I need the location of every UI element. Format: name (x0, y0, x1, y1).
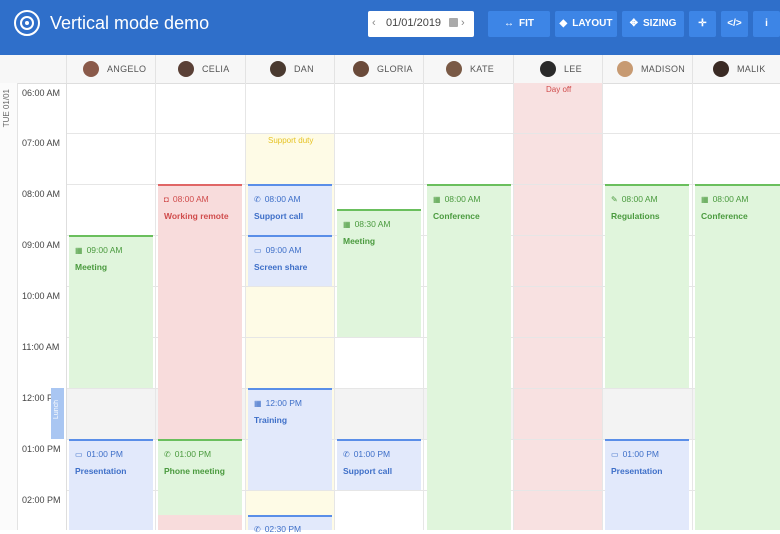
avatar (713, 61, 729, 77)
logo-icon (14, 10, 40, 36)
time-label: 11:00 AM (22, 342, 60, 352)
layout-button[interactable]: ◆ LAYOUT (555, 11, 617, 37)
calendar-icon[interactable] (449, 18, 458, 27)
event-dan-training[interactable]: ▦ 12:00 PM Training (248, 388, 332, 490)
resource-header-gloria[interactable]: GLORIA (334, 55, 424, 83)
resource-header-row: ANGELO CELIA DAN GLORIA KATE LEE MADISON… (0, 55, 780, 84)
info-icon: i (765, 18, 768, 29)
column-line (155, 83, 156, 530)
resource-header-dan[interactable]: DAN (245, 55, 335, 83)
car-icon: ◘ (164, 195, 169, 204)
event-angelo-presentation[interactable]: ▭ 01:00 PM Presentation (69, 439, 153, 530)
date-column: TUE 01/01 (0, 83, 18, 530)
event-celia-continuation[interactable] (158, 515, 242, 530)
avatar (353, 61, 369, 77)
date-label: TUE 01/01 (2, 89, 11, 128)
resource-header-celia[interactable]: CELIA (155, 55, 246, 83)
wrench-icon: ✎ (611, 195, 618, 204)
time-label: 02:00 PM (22, 495, 61, 505)
resource-header-madison[interactable]: MADISON (602, 55, 693, 83)
column-line (602, 83, 603, 530)
code-icon: </> (727, 18, 742, 29)
phone-icon: ✆ (164, 450, 171, 459)
chevron-left-icon[interactable]: ‹ (372, 17, 376, 29)
column-line (692, 83, 693, 530)
time-label: 01:00 PM (22, 444, 61, 454)
monitor-icon: ▭ (75, 450, 83, 459)
avatar (446, 61, 462, 77)
column-line (423, 83, 424, 530)
sizing-button[interactable]: ✥ SIZING (622, 11, 684, 37)
event-dan-screen-share[interactable]: ▭ 09:00 AM Screen share (248, 235, 332, 286)
event-celia-working-remote[interactable]: ◘ 08:00 AM Working remote (158, 184, 242, 439)
event-dan-support-call[interactable]: ✆ 08:00 AM Support call (248, 184, 332, 235)
chevron-right-icon[interactable]: › (461, 17, 465, 29)
column-line (513, 83, 514, 530)
move-icon: ✛ (698, 18, 707, 29)
event-malik-conference[interactable]: ▦ 08:00 AM Conference (695, 184, 780, 530)
time-label: 12:00 P (22, 393, 54, 403)
app-header: Vertical mode demo ‹ 01/01/2019 › ↔ FIT ◆… (0, 0, 780, 55)
layers-icon: ◆ (559, 18, 568, 29)
time-label: 07:00 AM (22, 138, 61, 148)
day-off-label: Day off (546, 85, 572, 94)
expand-icon: ✥ (629, 18, 639, 29)
time-label: 08:00 AM (22, 189, 61, 199)
info-button[interactable]: i (753, 11, 780, 37)
app-title: Vertical mode demo (50, 13, 210, 33)
monitor-icon: ▭ (611, 450, 619, 459)
event-angelo-meeting[interactable]: ▦ 09:00 AM Meeting (69, 235, 153, 388)
date-value[interactable]: 01/01/2019 (386, 17, 441, 29)
event-gloria-support-call[interactable]: ✆ 01:00 PM Support call (337, 439, 421, 490)
avatar (540, 61, 556, 77)
event-dan-next[interactable]: ✆ 02:30 PM (248, 515, 332, 534)
column-line (245, 83, 246, 530)
time-axis: 06:00 AM 07:00 AM 08:00 AM 09:00 AM 10:0… (18, 83, 67, 530)
time-label: 06:00 AM (22, 88, 61, 98)
phone-icon: ✆ (254, 195, 261, 204)
calendar-icon: ▦ (433, 195, 441, 204)
day-off-timerange (514, 83, 602, 530)
support-duty-label: Support duty (268, 136, 314, 145)
avatar (270, 61, 286, 77)
event-madison-presentation[interactable]: ▭ 01:00 PM Presentation (605, 439, 689, 530)
event-madison-regulations[interactable]: ✎ 08:00 AM Regulations (605, 184, 689, 388)
monitor-icon: ▭ (254, 246, 262, 255)
resource-header-malik[interactable]: MALIK (692, 55, 780, 83)
avatar (83, 61, 99, 77)
fit-button[interactable]: ↔ FIT (488, 11, 550, 37)
column-line (334, 83, 335, 530)
calendar-icon: ▦ (343, 220, 351, 229)
calendar-icon: ▦ (75, 246, 83, 255)
arrows-horizontal-icon: ↔ (504, 18, 514, 29)
lunch-marker: Lunch (51, 388, 64, 439)
event-celia-phone-meeting[interactable]: ✆ 01:00 PM Phone meeting (158, 439, 242, 515)
resource-header-angelo[interactable]: ANGELO (66, 55, 156, 83)
calendar-icon: ▦ (701, 195, 709, 204)
phone-icon: ✆ (343, 450, 350, 459)
time-label: 10:00 AM (22, 291, 61, 301)
avatar (617, 61, 633, 77)
calendar-icon: ▦ (254, 399, 262, 408)
date-field[interactable]: ‹ 01/01/2019 › (368, 11, 474, 37)
avatar (178, 61, 194, 77)
resource-header-lee[interactable]: LEE (513, 55, 603, 83)
code-button[interactable]: </> (721, 11, 748, 37)
time-label: 09:00 AM (22, 240, 61, 250)
event-kate-conference[interactable]: ▦ 08:00 AM Conference (427, 184, 511, 530)
resource-header-kate[interactable]: KATE (423, 55, 514, 83)
move-button[interactable]: ✛ (689, 11, 716, 37)
event-gloria-meeting[interactable]: ▦ 08:30 AM Meeting (337, 209, 421, 337)
